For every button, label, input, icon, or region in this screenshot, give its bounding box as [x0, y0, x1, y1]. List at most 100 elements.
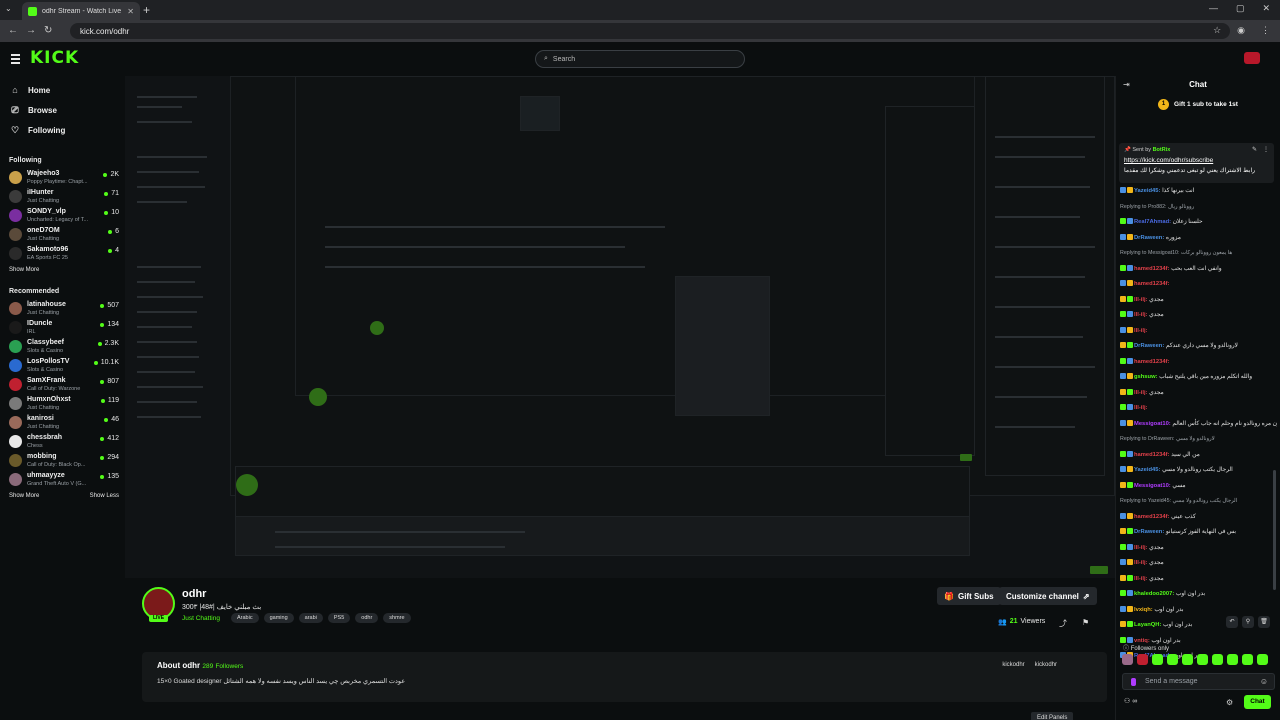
minimize-icon[interactable]: — — [1209, 3, 1218, 14]
emote-icon[interactable] — [1182, 654, 1193, 665]
emote-icon[interactable] — [1197, 654, 1208, 665]
sidebar-channel[interactable]: IDuncle IRL 134 — [0, 318, 125, 337]
reload-icon[interactable]: ↻ — [44, 25, 52, 36]
tag[interactable]: shmre — [383, 613, 411, 623]
chat-username[interactable]: lll-ilj: — [1134, 390, 1148, 396]
page-scrollbar[interactable] — [1273, 470, 1276, 590]
search-input[interactable]: ⌕ Search — [535, 50, 745, 68]
sidebar-nav-home[interactable]: ⌂ Home — [0, 80, 125, 100]
chat-username[interactable]: Real7Ahmad: — [1134, 219, 1171, 225]
emote-icon[interactable] — [1257, 654, 1268, 665]
forward-icon[interactable]: → — [26, 25, 36, 36]
user-avatar[interactable] — [1244, 52, 1260, 64]
video-player[interactable] — [125, 76, 1115, 578]
emote-icon[interactable] — [1212, 654, 1223, 665]
chat-message[interactable]: hamed1234f: من الي سيد — [1120, 448, 1277, 464]
chat-message[interactable]: Messigoat10: يقولون مره رونالدو نام وحلم… — [1120, 417, 1277, 433]
chat-username[interactable]: DrRaween: — [1134, 235, 1164, 241]
chat-username[interactable]: hamed1234f: — [1134, 359, 1169, 365]
chat-username[interactable]: lll-ilj: — [1134, 545, 1148, 551]
edit-panels-button[interactable]: Edit Panels — [1031, 712, 1074, 720]
channel-name[interactable]: odhr — [182, 588, 206, 600]
social-link-1[interactable]: kickodhr — [1002, 662, 1024, 668]
menu-icon[interactable] — [11, 54, 20, 66]
chat-username[interactable]: lvxiqh: — [1134, 607, 1153, 613]
show-more-following[interactable]: Show More — [0, 263, 125, 277]
window-close-icon[interactable]: ✕ — [1262, 3, 1270, 14]
sidebar-channel[interactable]: chessbrah Chess 412 — [0, 432, 125, 451]
chat-username[interactable]: lll-ilj: — [1134, 405, 1148, 411]
sidebar-channel[interactable]: uhmaayyze Grand Theft Auto V (G... 135 — [0, 470, 125, 489]
sidebar-channel[interactable]: oneD7OM Just Chatting 6 — [0, 225, 125, 244]
new-tab-icon[interactable]: + — [143, 3, 150, 17]
chat-message[interactable]: lll-ilj: مجدي — [1120, 308, 1277, 324]
emoji-picker-icon[interactable]: ☺ — [1260, 677, 1268, 686]
close-icon[interactable]: ✕ — [127, 7, 134, 16]
chat-username[interactable]: Yazeid45: — [1134, 467, 1160, 473]
tab-search-icon[interactable]: ⌄ — [5, 4, 12, 13]
tag[interactable]: arabi — [298, 613, 323, 623]
chat-message[interactable]: Real7Ahmad: حلسنا زعلان — [1120, 215, 1277, 231]
sidebar-nav-following[interactable]: ♡ Following — [0, 120, 125, 140]
chat-message[interactable]: lll-ilj: — [1120, 401, 1277, 417]
chat-message[interactable]: Replying to Yazeid45: الرجال يكتب رونالد… — [1120, 494, 1277, 510]
chat-settings-gear-icon[interactable]: ⚙ — [1226, 698, 1233, 707]
send-chat-button[interactable]: Chat — [1244, 695, 1271, 709]
chat-username[interactable]: lll-ilj: — [1134, 328, 1148, 334]
social-link-2[interactable]: kickodhr — [1035, 662, 1057, 668]
chat-username[interactable]: hamed1234f: — [1134, 514, 1169, 520]
chat-message[interactable]: lll-ilj: — [1120, 324, 1277, 340]
more-options-icon[interactable]: ⋮ — [1263, 146, 1269, 153]
chat-message[interactable]: Replying to Messigoat10: ها يمعون روونال… — [1120, 246, 1277, 262]
browser-menu-icon[interactable]: ⋮ — [1261, 25, 1270, 36]
chat-message[interactable]: hamed1234f: كذب عيني — [1120, 510, 1277, 526]
chat-message[interactable]: lll-ilj: مجدي — [1120, 293, 1277, 309]
chat-message[interactable]: lll-ilj: مجدي — [1120, 541, 1277, 557]
chat-message[interactable]: khaledoo2007: بدر اون اوب — [1120, 587, 1277, 603]
bookmark-star-icon[interactable]: ☆ — [1213, 25, 1221, 36]
browser-tab[interactable]: odhr Stream - Watch Live on Ki ✕ — [22, 2, 140, 20]
tag[interactable]: PS5 — [327, 613, 351, 623]
show-less-button[interactable]: Show Less — [90, 489, 119, 503]
chat-points-icon[interactable]: ⚇ ∞ — [1124, 697, 1137, 705]
chat-username[interactable]: Messigoat10: — [1134, 421, 1171, 427]
sidebar-channel[interactable]: HumxnOhxst Just Chatting 119 — [0, 394, 125, 413]
chat-username[interactable]: Yazeid45: — [1134, 188, 1160, 194]
chat-username[interactable]: hamed1234f: — [1134, 452, 1169, 458]
chat-username[interactable]: lll-ilj: — [1134, 560, 1148, 566]
chat-message[interactable]: gshsuw: والله اتكلم مزوره مين باقي يلتيح… — [1120, 370, 1277, 386]
chat-username[interactable]: khaledoo2007: — [1134, 591, 1174, 597]
chat-username[interactable]: DrRaween: — [1134, 529, 1164, 535]
stream-category[interactable]: Just Chatting — [182, 615, 220, 622]
chat-message[interactable]: Yazeid45: انت بيرنها كذا — [1120, 184, 1277, 200]
profile-icon[interactable]: ◉ — [1237, 25, 1245, 36]
chat-message[interactable]: DrRaween: مزوره — [1120, 231, 1277, 247]
chat-username[interactable]: DrRaween: — [1134, 343, 1164, 349]
url-field[interactable]: kick.com/odhr — [70, 23, 1230, 39]
sidebar-channel[interactable]: Wajeeho3 Poppy Playtime: Chapt... 2K — [0, 168, 125, 187]
chat-username[interactable]: LayanQH: — [1134, 622, 1161, 628]
chat-username[interactable]: lll-ilj: — [1134, 576, 1148, 582]
chat-username[interactable]: Messigoat10: — [1134, 483, 1171, 489]
pinned-user[interactable]: BotRix — [1153, 147, 1171, 153]
chat-message[interactable]: hamed1234f: — [1120, 277, 1277, 293]
chat-message[interactable]: DrRaween: بس في النهاية الفوز كرستيانو — [1120, 525, 1277, 541]
customize-channel-button[interactable]: Customize channel ⇗ — [999, 587, 1097, 605]
reply-icon[interactable]: ↶ — [1226, 616, 1238, 628]
sidebar-channel[interactable]: Classybeef Slots & Casino 2.3K — [0, 337, 125, 356]
chat-message-input[interactable]: Send a message ☺ — [1122, 673, 1275, 690]
report-user-icon[interactable]: ⚑ — [1082, 618, 1089, 627]
emote-icon[interactable] — [1122, 654, 1133, 665]
emote-icon[interactable] — [1137, 654, 1148, 665]
emote-icon[interactable] — [1242, 654, 1253, 665]
kick-logo[interactable]: KICK — [30, 48, 79, 68]
chat-message[interactable]: hamed1234f: — [1120, 355, 1277, 371]
chat-message[interactable]: lll-ilj: مجدي — [1120, 556, 1277, 572]
chat-message[interactable]: Yazeid45: الرجال يكتب رونالدو ولا مسي — [1120, 463, 1277, 479]
tag[interactable]: odhr — [355, 613, 379, 623]
maximize-icon[interactable]: ▢ — [1236, 3, 1245, 14]
pin-message-icon[interactable]: ⚲ — [1242, 616, 1254, 628]
gift-sub-banner[interactable]: 1 Gift 1 sub to take 1st — [1116, 94, 1280, 114]
tag[interactable]: gaming — [263, 613, 294, 623]
chat-message[interactable]: Messigoat10: مسي — [1120, 479, 1277, 495]
